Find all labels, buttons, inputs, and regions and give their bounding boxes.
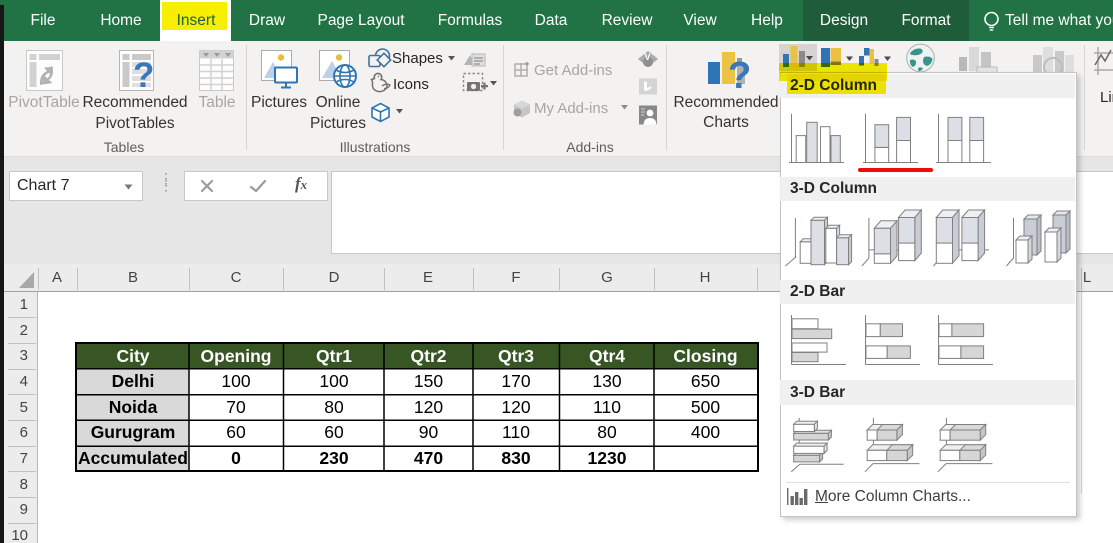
svg-text:?: ?	[728, 55, 750, 92]
svg-text:V: V	[645, 52, 651, 62]
svg-text:?: ?	[133, 56, 154, 95]
